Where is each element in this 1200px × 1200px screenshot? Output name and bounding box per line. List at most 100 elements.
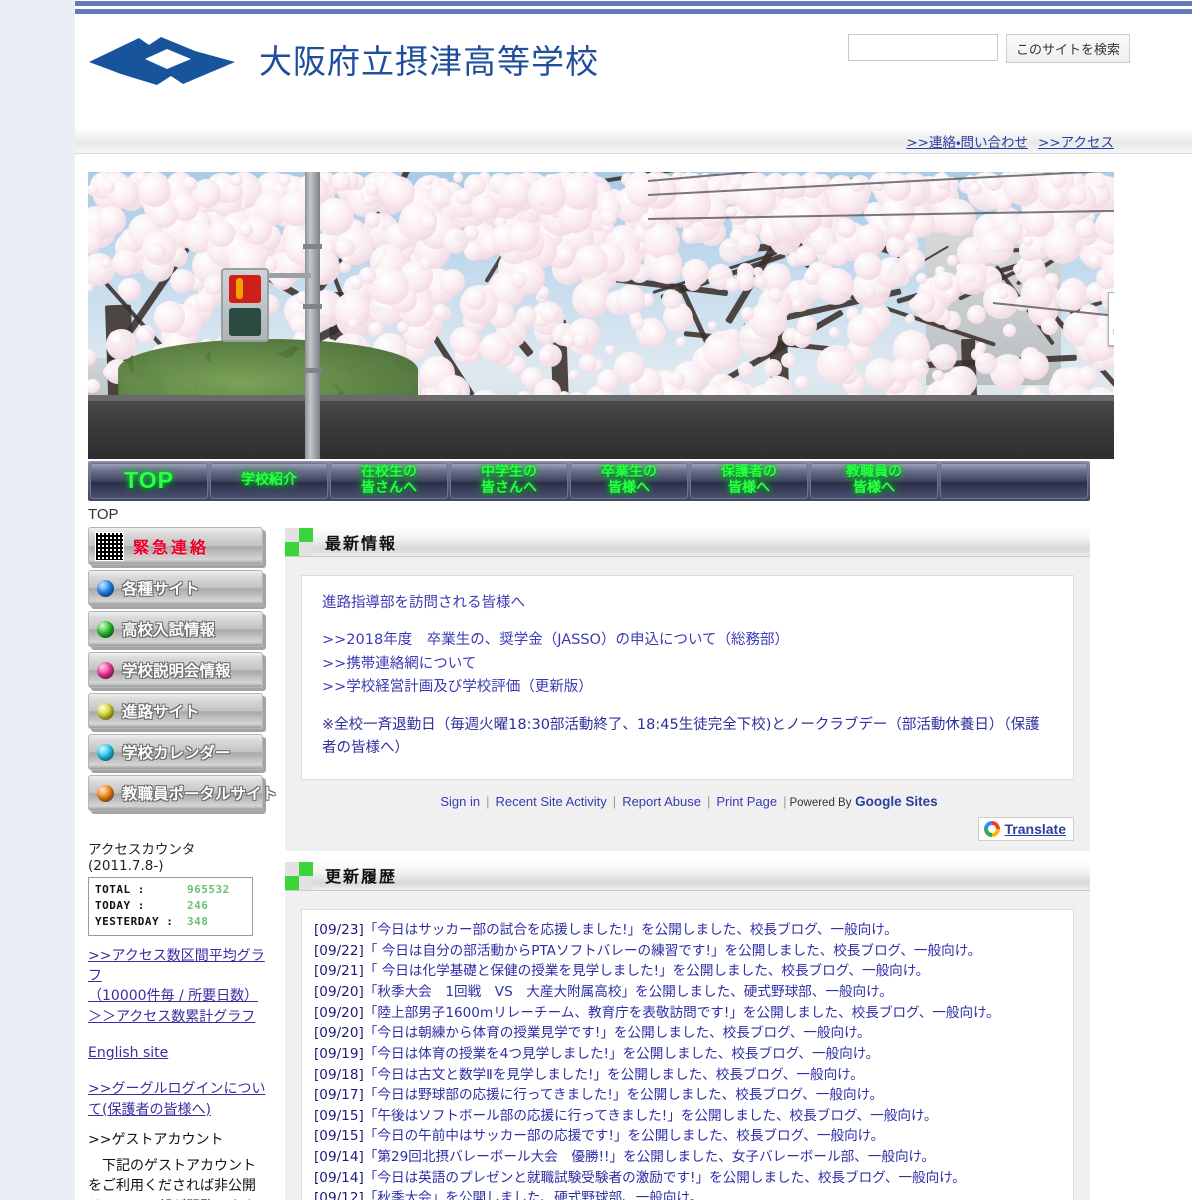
nav-tab-current-students-label: 在校生の 皆さんへ <box>361 464 417 496</box>
page-title: 大阪府立摂津高等学校 <box>259 42 599 81</box>
history-entry[interactable]: [09/15]「午後はソフトボール部の応援に行ってきました!」を公開しました、校… <box>314 1106 1061 1127</box>
access-counter-box: TOTAL : 965532 TODAY : 246 YESTERDAY : 3… <box>88 877 253 936</box>
sidebar-item-various-sites[interactable]: 各種サイト <box>88 570 263 606</box>
news-panel-body: 進路指導部を訪問される皆様へ >>2018年度 卒業生の、奨学金（JASSO）の… <box>285 557 1090 851</box>
history-entry-date: [09/15] <box>314 1128 364 1145</box>
signal-red-lamp <box>229 275 261 303</box>
access-link[interactable]: >>アクセス <box>1038 131 1114 151</box>
sidebar-item-various-sites-label: 各種サイト <box>122 580 200 598</box>
history-entry-text: 「今日は英語のプレゼンと就職試験受験者の激励です!」を公開しました、校長ブログ、… <box>363 1169 966 1186</box>
history-entry[interactable]: [09/17]「今日は野球部の応援に行ってきました!」を公開しました、校長ブログ… <box>314 1085 1061 1106</box>
history-entry-text: 「今日は体育の授業を4つ見学しました!」を公開しました、校長ブログ、一般向け。 <box>363 1045 880 1062</box>
history-entry[interactable]: [09/23]「今日はサッカー部の試合を応援しました!」を公開しました、校長ブロ… <box>314 920 1061 941</box>
nav-tab-guardians[interactable]: 保護者の 皆様へ <box>690 463 808 499</box>
history-entry-text: 「今日の午前中はサッカー部の応援です!」を公開しました、校長ブログ、一般向け。 <box>363 1128 885 1145</box>
history-entry-date: [09/22] <box>314 942 364 959</box>
history-entry[interactable]: [09/20]「秋季大会 1回戦 VS 大産大附属高校」を公開しました、硬式野球… <box>314 982 1061 1003</box>
nav-tab-school-intro[interactable]: 学校紹介 <box>210 463 328 499</box>
history-entry-date: [09/19] <box>314 1045 364 1062</box>
hero-wall <box>88 401 1114 459</box>
access-counter-total-key: TOTAL : <box>95 883 145 896</box>
history-entry-text: 「今日は野球部の応援に行ってきました!」を公開しました、校長ブログ、一般向け。 <box>363 1087 884 1104</box>
site-search: このサイトを検索 <box>847 34 1130 63</box>
history-entry-text: 「第29回北摂バレーボール大会 優勝!!」を公開しました、女子バレーボール部、一… <box>363 1149 936 1166</box>
history-entry-date: [09/15] <box>314 1107 364 1124</box>
sidebar-item-emergency[interactable]: 緊急連絡 <box>88 527 263 565</box>
history-entry-text: 「 今日は化学基礎と保健の授業を見学しました!」を公開しました、校長ブログ、一般… <box>363 963 930 980</box>
history-entry[interactable]: [09/20]「陸上部男子1600mリレーチーム、教育庁を表敬訪問です!」を公開… <box>314 1003 1061 1024</box>
history-entry-date: [09/20] <box>314 1004 364 1021</box>
sidebar-item-entrance-exam[interactable]: 高校入試情報 <box>88 611 263 647</box>
history-entry-text: 「 今日は自分の部活動からPTAソフトバレーの練習です!」を公開しました、校長ブ… <box>363 942 982 959</box>
site-logo-area[interactable]: 大阪府立摂津高等学校 <box>87 28 599 90</box>
sidebar-item-career-site[interactable]: 進路サイト <box>88 693 263 729</box>
sidebar-item-school-calendar[interactable]: 学校カレンダー <box>88 734 263 770</box>
sidebar-item-faculty-portal[interactable]: 教職員ポータルサイト <box>88 775 277 811</box>
cyan-sphere-icon <box>97 743 114 761</box>
news-link-mobile-network[interactable]: >>携帯連絡網について <box>322 653 1053 676</box>
history-entry[interactable]: [09/14]「今日は英語のプレゼンと就職試験受験者の激励です!」を公開しました… <box>314 1168 1061 1189</box>
breadcrumb: TOP <box>88 506 119 523</box>
signal-green-lamp <box>229 308 261 336</box>
print-page-link[interactable]: Print Page <box>716 794 777 809</box>
signal-pedestrian-figure <box>236 278 243 299</box>
report-abuse-link[interactable]: Report Abuse <box>622 794 701 809</box>
history-entry[interactable]: [09/18]「今日は古文と数学Ⅱを見学しました!」を公開しました、校長ブログ、… <box>314 1065 1061 1086</box>
google-g-icon <box>983 820 1000 837</box>
recent-site-activity-link[interactable]: Recent Site Activity <box>496 794 607 809</box>
guest-account-link[interactable]: >>ゲストアカウント <box>88 1130 268 1150</box>
site-header: 大阪府立摂津高等学校 このサイトを検索 <box>75 14 1192 126</box>
nav-tab-guardians-label: 保護者の 皆様へ <box>721 464 777 496</box>
main-navigation: TOP 学校紹介 在校生の 皆さんへ 中学生の 皆さんへ 卒業生の 皆様へ 保護… <box>88 461 1090 501</box>
news-panel-header: 最新情報 <box>285 527 1090 557</box>
nav-tab-faculty-label: 教職員の 皆様へ <box>846 464 902 496</box>
guest-account-note: 下記のゲストアカウントをご利用くだされば非公開サイトの一部が閲覧できます。 <box>88 1158 256 1200</box>
google-translate-button[interactable]: Translate <box>977 816 1074 841</box>
access-counter-today-value: 246 <box>187 898 209 912</box>
history-entry[interactable]: [09/21]「 今日は化学基礎と保健の授業を見学しました!」を公開しました、校… <box>314 961 1061 982</box>
sidebar-item-faculty-portal-label: 教職員ポータルサイト <box>122 785 278 803</box>
yellow-sphere-icon <box>97 702 114 720</box>
street-sign-jp: 摂津高校前 <box>1113 295 1114 330</box>
powered-by-label: Powered By <box>789 796 852 809</box>
sidebar: 緊急連絡 各種サイト 高校入試情報 学校説明会情報 進路サイト 学校カレンダー <box>88 527 277 1200</box>
history-entry[interactable]: [09/14]「第29回北摂バレーボール大会 優勝!!」を公開しました、女子バレ… <box>314 1147 1061 1168</box>
english-site-link[interactable]: English site <box>88 1043 268 1063</box>
sidebar-item-school-briefing[interactable]: 学校説明会情報 <box>88 652 263 688</box>
access-average-graph-link[interactable]: >>アクセス数区間平均グラフ <box>88 946 268 987</box>
search-input[interactable] <box>847 34 998 61</box>
search-button[interactable]: このサイトを検索 <box>1005 34 1130 63</box>
nav-tab-junior-high-students[interactable]: 中学生の 皆さんへ <box>450 463 568 499</box>
history-entry-text: 「午後はソフトボール部の応援に行ってきました!」を公開しました、校長ブログ、一般… <box>363 1107 938 1124</box>
sign-in-link[interactable]: Sign in <box>440 794 480 809</box>
history-entry-date: [09/17] <box>314 1087 364 1104</box>
nav-tab-top[interactable]: TOP <box>90 463 208 499</box>
history-entry[interactable]: [09/22]「 今日は自分の部活動からPTAソフトバレーの練習です!」を公開し… <box>314 941 1061 962</box>
history-entry[interactable]: [09/20]「今日は朝練から体育の授業見学です!」を公開しました、校長ブログ、… <box>314 1023 1061 1044</box>
history-entry-text: 「今日はサッカー部の試合を応援しました!」を公開しました、校長ブログ、一般向け。 <box>363 921 898 938</box>
nav-tab-junior-high-students-label: 中学生の 皆さんへ <box>481 464 537 496</box>
history-entry[interactable]: [09/12]「秋季大会」を公開しました、硬式野球部、一般向け。 <box>314 1188 1061 1200</box>
history-entry[interactable]: [09/15]「今日の午前中はサッカー部の応援です!」を公開しました、校長ブログ… <box>314 1126 1061 1147</box>
contact-link[interactable]: >>連絡・問い合わせ <box>906 131 1028 151</box>
news-link-jasso[interactable]: >>2018年度 卒業生の、奨学金（JASSO）の申込について（総務部） <box>322 629 1053 652</box>
history-entry[interactable]: [09/19]「今日は体育の授業を4つ見学しました!」を公開しました、校長ブログ… <box>314 1044 1061 1065</box>
sidebar-item-career-site-label: 進路サイト <box>122 703 200 721</box>
history-entry-date: [09/23] <box>314 921 364 938</box>
nav-tab-current-students[interactable]: 在校生の 皆さんへ <box>330 463 448 499</box>
utility-links-bar: >>連絡・問い合わせ >>アクセス <box>75 128 1192 154</box>
history-entry-date: [09/20] <box>314 1025 364 1042</box>
nav-tab-graduates[interactable]: 卒業生の 皆様へ <box>570 463 688 499</box>
news-link-management-plan[interactable]: >>学校経営計画及び学校評価（更新版） <box>322 676 1053 699</box>
sidebar-item-school-calendar-label: 学校カレンダー <box>122 744 231 762</box>
access-counter-total-value: 965532 <box>187 883 230 896</box>
blue-sphere-icon <box>97 579 114 597</box>
news-panel-title: 最新情報 <box>325 533 398 553</box>
google-login-link[interactable]: >>グーグルログインについて(保護者の皆様へ) <box>88 1079 268 1120</box>
green-sphere-icon <box>97 620 114 638</box>
access-cumulative-graph-link[interactable]: ＞＞アクセス数累計グラフ <box>88 1007 268 1027</box>
nav-tab-faculty[interactable]: 教職員の 皆様へ <box>810 463 938 499</box>
access-average-graph-sublabel[interactable]: （10000件毎 / 所要日数） <box>88 986 268 1006</box>
page-gutter-left <box>0 0 75 1200</box>
google-sites-label[interactable]: Google Sites <box>855 794 938 809</box>
